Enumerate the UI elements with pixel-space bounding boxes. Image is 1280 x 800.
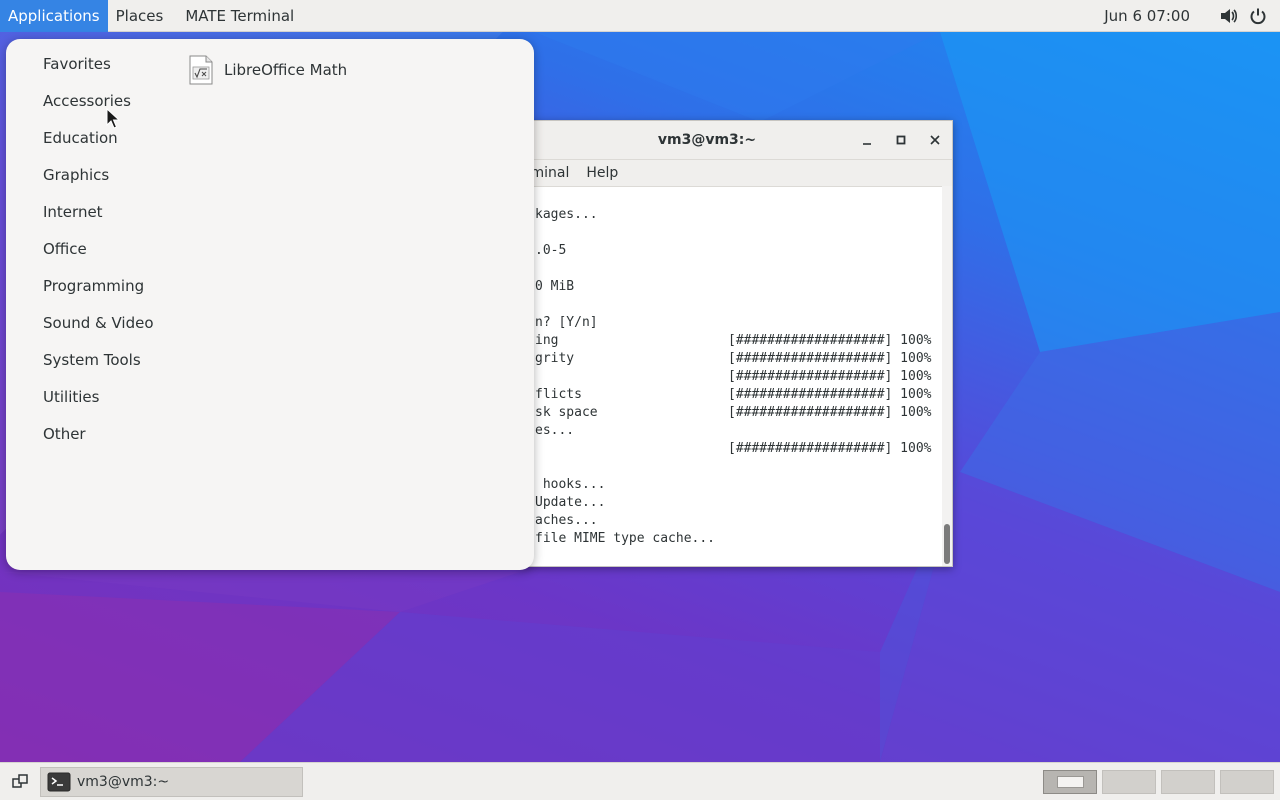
terminal-line: ing [535, 333, 559, 348]
terminal-line: sk space [535, 405, 598, 420]
scrollbar-thumb[interactable] [944, 524, 950, 564]
category-favorites[interactable]: Favorites [43, 53, 111, 75]
terminal-line: n? [Y/n] [535, 315, 598, 330]
progress-line: [###################] 100% [728, 387, 932, 402]
workspace-1[interactable] [1043, 770, 1097, 794]
terminal-line: hooks... [535, 477, 606, 492]
help-menu-item[interactable]: Help [586, 165, 618, 181]
progress-line: [###################] 100% [728, 351, 932, 366]
terminal-line: kages... [535, 207, 598, 222]
terminal-line: es... [535, 423, 575, 438]
applications-menu-popup: Favorites Accessories Education Graphics Int… [6, 39, 534, 570]
workspace-window-thumbnail [1057, 776, 1084, 788]
bottom-panel: vm3@vm3:~ [0, 762, 1280, 800]
terminal-window[interactable]: vm3@vm3:~ rminal Help kages... .0-5 0 MiB n… [520, 120, 953, 567]
terminal-line: flicts [535, 387, 582, 402]
category-education[interactable]: Education [43, 127, 118, 149]
clock[interactable]: Jun 6 07:00 [1104, 7, 1190, 25]
terminal-scrollbar[interactable] [942, 186, 952, 566]
workspace-2[interactable] [1102, 770, 1156, 794]
taskbar-item-terminal[interactable]: vm3@vm3:~ [40, 767, 303, 797]
terminal-line: aches... [535, 513, 598, 528]
close-button[interactable] [925, 130, 945, 150]
terminal-line: Update... [535, 495, 606, 510]
taskbar-item-label: vm3@vm3:~ [77, 774, 170, 790]
category-graphics[interactable]: Graphics [43, 164, 109, 186]
mate-terminal-launcher[interactable]: MATE Terminal [171, 0, 302, 32]
mouse-cursor-icon [106, 108, 120, 129]
terminal-line: file MIME type cache... [535, 531, 716, 546]
top-panel: Applications Places MATE Terminal Jun 6 … [0, 0, 1280, 32]
terminal-line: grity [535, 351, 575, 366]
progress-line: [###################] 100% [728, 405, 932, 420]
minimize-button[interactable] [857, 130, 877, 150]
terminal-icon [47, 772, 71, 792]
terminal-line: 0 MiB [535, 279, 575, 294]
category-other[interactable]: Other [43, 423, 86, 445]
show-desktop-icon[interactable] [8, 770, 32, 794]
places-menu[interactable]: Places [108, 0, 172, 32]
category-sound-video[interactable]: Sound & Video [43, 312, 154, 334]
terminal-titlebar[interactable]: vm3@vm3:~ [521, 121, 952, 160]
progress-line: [###################] 100% [728, 441, 932, 456]
category-utilities[interactable]: Utilities [43, 386, 99, 408]
progress-line: [###################] 100% [728, 333, 932, 348]
terminal-output[interactable]: kages... .0-5 0 MiB n? [Y/n] ing grity flicts s… [521, 186, 942, 566]
category-internet[interactable]: Internet [43, 201, 103, 223]
progress-line: [###################] 100% [728, 369, 932, 384]
category-programming[interactable]: Programming [43, 275, 144, 297]
category-system-tools[interactable]: System Tools [43, 349, 141, 371]
terminal-menubar: rminal Help [521, 160, 952, 187]
panel-tray: Jun 6 07:00 [1104, 0, 1280, 32]
category-office[interactable]: Office [43, 238, 87, 260]
app-label: LibreOffice Math [224, 61, 348, 79]
terminal-line: .0-5 [535, 243, 567, 258]
volume-icon[interactable] [1216, 4, 1240, 28]
libreoffice-math-icon [189, 55, 213, 85]
workspace-3[interactable] [1161, 770, 1215, 794]
maximize-button[interactable] [891, 130, 911, 150]
terminal-title: vm3@vm3:~ [657, 132, 757, 148]
workspace-4[interactable] [1220, 770, 1274, 794]
app-item-libreoffice-math[interactable]: LibreOffice Math [188, 55, 347, 85]
applications-menu[interactable]: Applications [0, 0, 108, 32]
power-icon[interactable] [1246, 4, 1270, 28]
